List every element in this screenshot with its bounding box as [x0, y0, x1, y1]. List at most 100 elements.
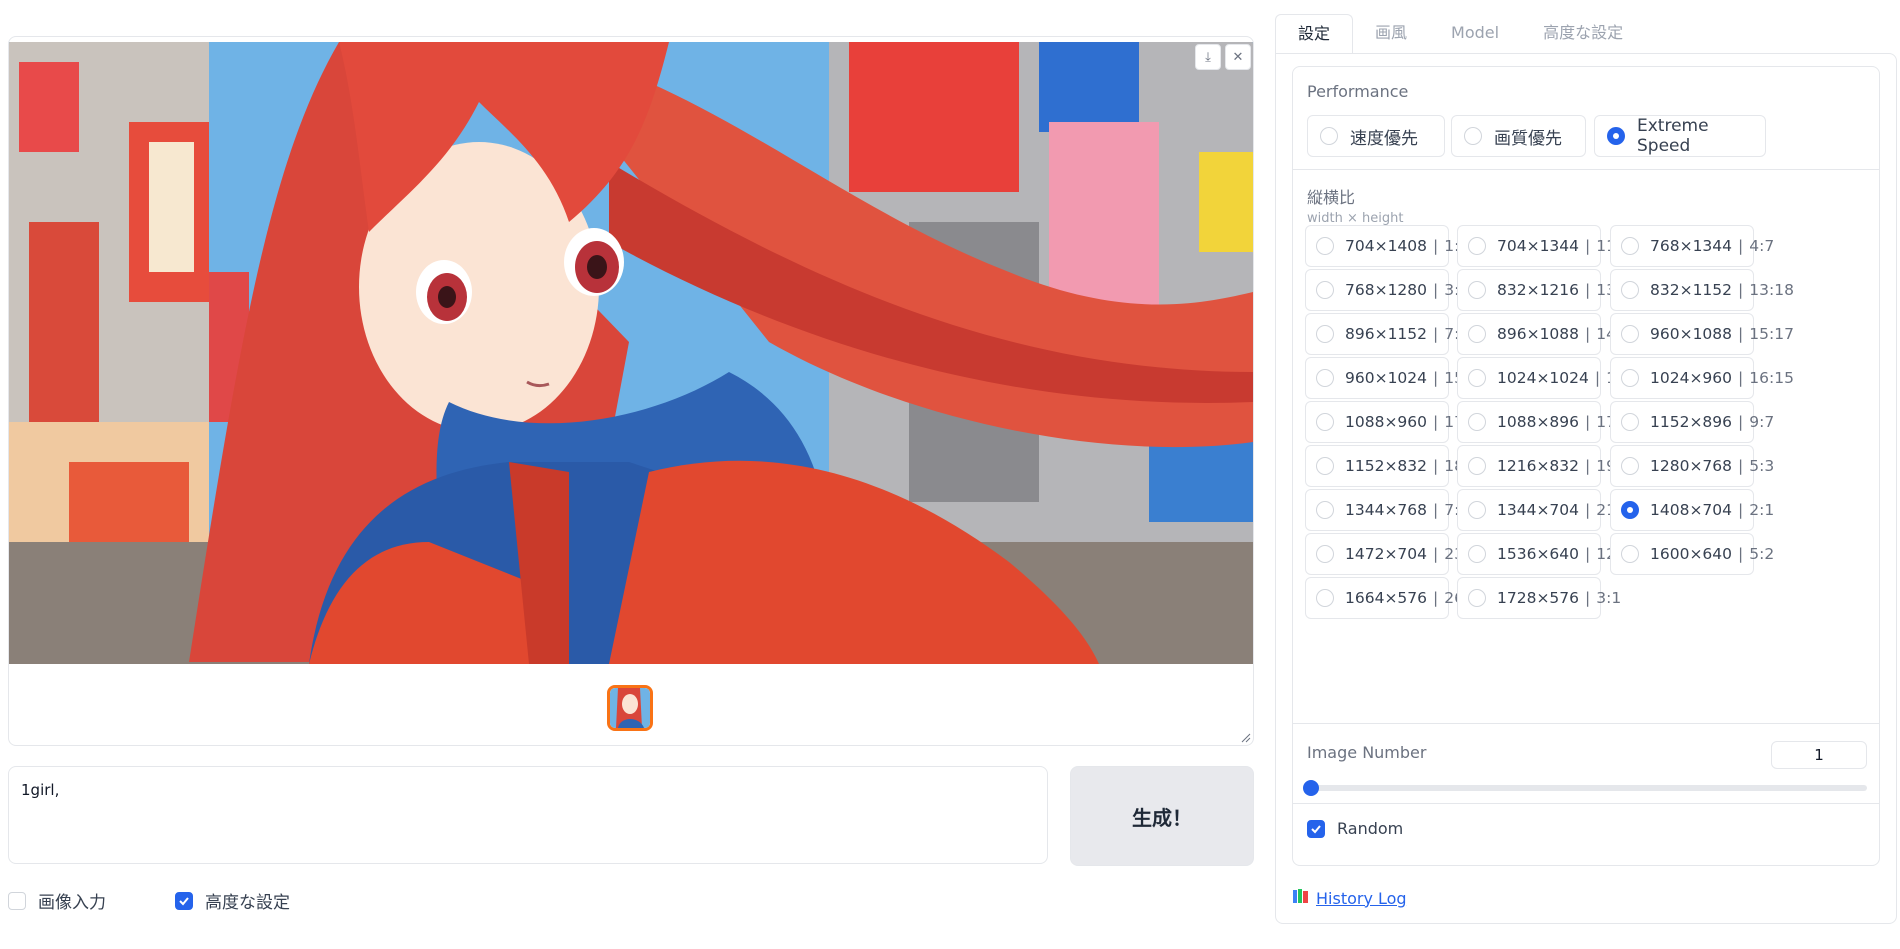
- aspect-ratio-value: 5:2: [1749, 545, 1775, 563]
- close-button[interactable]: ✕: [1225, 44, 1251, 70]
- aspect-radio[interactable]: [1621, 281, 1639, 299]
- advanced-settings-checkbox-row[interactable]: 高度な設定: [175, 888, 290, 913]
- aspect-separator: |: [1594, 369, 1601, 387]
- thumbnail-image: [610, 688, 650, 728]
- aspect-separator: |: [1738, 413, 1744, 431]
- aspect-radio[interactable]: [1316, 589, 1334, 607]
- aspect-radio[interactable]: [1621, 545, 1639, 563]
- aspect-radio[interactable]: [1468, 545, 1486, 563]
- aspect-radio[interactable]: [1468, 413, 1486, 431]
- aspect-option[interactable]: 896×1152|7:9: [1305, 313, 1469, 355]
- history-log-link[interactable]: History Log: [1292, 888, 1407, 908]
- performance-option-extreme-speed[interactable]: Extreme Speed: [1594, 115, 1766, 157]
- aspect-size: 960×1024: [1345, 369, 1428, 387]
- image-number-input[interactable]: 1: [1771, 741, 1867, 769]
- tab-settings[interactable]: 設定: [1275, 14, 1354, 54]
- generated-image[interactable]: [9, 42, 1253, 664]
- aspect-option[interactable]: 1216×832|19:13: [1457, 445, 1641, 487]
- aspect-option[interactable]: 1728×576 | 3:1: [1457, 577, 1621, 619]
- aspect-radio[interactable]: [1468, 501, 1486, 519]
- aspect-option[interactable]: 1344×768|7:4: [1305, 489, 1469, 531]
- aspect-option[interactable]: 1408×704 | 2:1: [1610, 489, 1774, 531]
- aspect-option[interactable]: 1024×1024|1:1: [1457, 357, 1631, 399]
- aspect-radio[interactable]: [1621, 325, 1639, 343]
- aspect-radio[interactable]: [1316, 281, 1334, 299]
- history-log-label[interactable]: History Log: [1316, 889, 1407, 908]
- aspect-radio[interactable]: [1621, 413, 1639, 431]
- aspect-radio[interactable]: [1316, 457, 1334, 475]
- aspect-option[interactable]: 704×1344|11:21: [1457, 225, 1641, 267]
- aspect-option-label: 1344×768|7:4: [1345, 501, 1469, 519]
- aspect-size: 832×1152: [1650, 281, 1733, 299]
- image-number-slider-thumb[interactable]: [1303, 780, 1319, 796]
- check-icon: [1311, 824, 1321, 833]
- aspect-option[interactable]: 960×1024|15:16: [1305, 357, 1489, 399]
- aspect-radio[interactable]: [1316, 501, 1334, 519]
- tab-style[interactable]: 画風: [1353, 14, 1429, 52]
- aspect-option[interactable]: 1088×960|17:15: [1305, 401, 1489, 443]
- aspect-radio[interactable]: [1468, 281, 1486, 299]
- aspect-radio[interactable]: [1621, 369, 1639, 387]
- image-number-slider[interactable]: [1307, 785, 1867, 791]
- radio-extreme-speed[interactable]: [1607, 127, 1625, 145]
- aspect-option[interactable]: 768×1280|3:5: [1305, 269, 1469, 311]
- aspect-radio[interactable]: [1316, 369, 1334, 387]
- aspect-option[interactable]: 1152×832|18:13: [1305, 445, 1489, 487]
- radio-speed[interactable]: [1320, 127, 1338, 145]
- tab-model[interactable]: Model: [1429, 14, 1521, 52]
- random-checkbox-row[interactable]: Random: [1307, 819, 1403, 838]
- image-input-label: 画像入力: [38, 893, 106, 913]
- aspect-radio[interactable]: [1468, 369, 1486, 387]
- aspect-option[interactable]: 1472×704|23:11: [1305, 533, 1489, 575]
- aspect-radio[interactable]: [1316, 325, 1334, 343]
- image-input-checkbox[interactable]: [8, 891, 26, 910]
- aspect-option[interactable]: 704×1408|1:2: [1305, 225, 1469, 267]
- aspect-radio[interactable]: [1621, 501, 1639, 519]
- aspect-option[interactable]: 1344×704|21:11: [1457, 489, 1641, 531]
- aspect-radio[interactable]: [1621, 237, 1639, 255]
- aspect-radio[interactable]: [1468, 457, 1486, 475]
- aspect-option[interactable]: 1536×640|12:5: [1457, 533, 1631, 575]
- performance-option-label: 速度優先: [1350, 128, 1418, 149]
- image-gallery: ⤓ ✕: [8, 36, 1254, 746]
- aspect-option[interactable]: 768×1344 | 4:7: [1610, 225, 1774, 267]
- aspect-separator: |: [1585, 413, 1591, 431]
- aspect-size: 1344×704: [1497, 501, 1580, 519]
- prompt-text: 1girl,: [21, 781, 60, 799]
- aspect-radio[interactable]: [1316, 413, 1334, 431]
- aspect-size: 1344×768: [1345, 501, 1428, 519]
- advanced-settings-checkbox[interactable]: [175, 891, 193, 910]
- resize-handle-icon[interactable]: [1241, 733, 1251, 743]
- aspect-separator: |: [1433, 325, 1439, 343]
- aspect-radio[interactable]: [1316, 237, 1334, 255]
- aspect-option[interactable]: 1088×896|17:14: [1457, 401, 1641, 443]
- aspect-option[interactable]: 1280×768 | 5:3: [1610, 445, 1774, 487]
- aspect-separator: |: [1433, 545, 1439, 563]
- aspect-option-label: 1408×704 | 2:1: [1650, 501, 1774, 519]
- aspect-radio[interactable]: [1468, 589, 1486, 607]
- aspect-radio[interactable]: [1621, 457, 1639, 475]
- aspect-option[interactable]: 960×1088 | 15:17: [1610, 313, 1794, 355]
- radio-quality[interactable]: [1464, 127, 1482, 145]
- aspect-option-label: 832×1152 | 13:18: [1650, 281, 1794, 299]
- aspect-radio[interactable]: [1468, 325, 1486, 343]
- aspect-option[interactable]: 1600×640 | 5:2: [1610, 533, 1774, 575]
- aspect-radio[interactable]: [1468, 237, 1486, 255]
- aspect-option[interactable]: 832×1152 | 13:18: [1610, 269, 1794, 311]
- aspect-option[interactable]: 832×1216|13:19: [1457, 269, 1641, 311]
- performance-option-speed[interactable]: 速度優先: [1307, 115, 1445, 157]
- prompt-textarea[interactable]: 1girl,: [8, 766, 1048, 864]
- performance-option-quality[interactable]: 画質優先: [1451, 115, 1586, 157]
- generate-button[interactable]: 生成！: [1070, 766, 1254, 866]
- download-button[interactable]: ⤓: [1195, 44, 1221, 70]
- gallery-thumbnail[interactable]: [607, 685, 653, 731]
- aspect-option[interactable]: 896×1088|14:17: [1457, 313, 1641, 355]
- aspect-option[interactable]: 1664×576|26:9: [1305, 577, 1479, 619]
- tab-advanced[interactable]: 高度な設定: [1521, 14, 1645, 52]
- random-checkbox[interactable]: [1307, 819, 1325, 838]
- aspect-option[interactable]: 1152×896 | 9:7: [1610, 401, 1774, 443]
- aspect-option[interactable]: 1024×960 | 16:15: [1610, 357, 1794, 399]
- aspect-ratio-value: 2:1: [1749, 501, 1775, 519]
- image-input-checkbox-row[interactable]: 画像入力: [8, 888, 106, 913]
- aspect-radio[interactable]: [1316, 545, 1334, 563]
